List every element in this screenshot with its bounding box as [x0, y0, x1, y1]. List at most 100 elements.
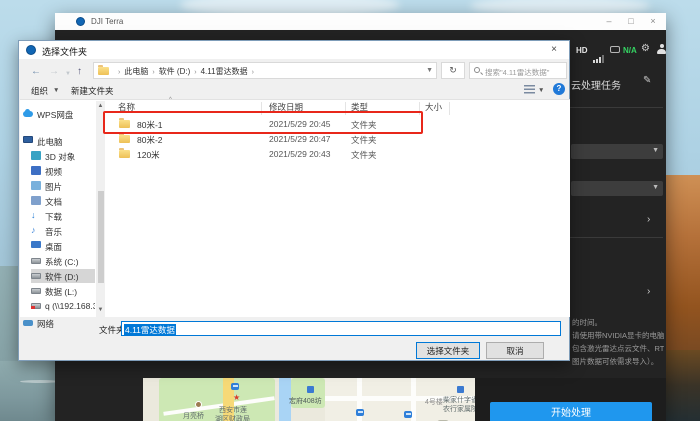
computer-icon	[23, 136, 33, 143]
wallpaper-foam	[20, 380, 60, 383]
breadcrumb-item[interactable]: 4.11雷达数据	[201, 67, 248, 76]
cancel-button[interactable]: 取消	[486, 342, 544, 359]
dialog-titlebar[interactable]: 选择文件夹 ×	[19, 41, 569, 59]
bottom-action-panel: 开始处理	[475, 378, 666, 421]
view-options-icon[interactable]	[524, 85, 535, 95]
sidebar-item-downloads[interactable]: ↓下载	[31, 209, 95, 223]
search-box[interactable]: 搜索"4.11雷达数据"	[469, 62, 567, 79]
breadcrumb-separator-icon: ›	[114, 69, 124, 76]
chevron-down-icon: ▼	[53, 87, 59, 94]
back-button[interactable]: ←	[31, 66, 41, 78]
sidebar-item-wps[interactable]: WPS网盘	[23, 107, 95, 121]
signal-bars-icon	[593, 45, 605, 63]
videos-icon	[31, 166, 41, 175]
documents-icon	[31, 196, 41, 205]
panel-dropdown-2[interactable]: ▼	[571, 181, 663, 196]
dialog-close-button[interactable]: ×	[539, 41, 569, 59]
3d-objects-icon	[31, 151, 41, 160]
search-icon	[474, 67, 480, 73]
address-dropdown-icon[interactable]: ▼	[426, 67, 433, 74]
organize-menu[interactable]: 组织	[31, 85, 48, 97]
chevron-down-icon[interactable]: ▼	[538, 87, 544, 94]
sidebar-item-network[interactable]: 网络	[23, 316, 95, 330]
rc-status-value: N/A	[623, 46, 637, 55]
select-folder-button[interactable]: 选择文件夹	[416, 342, 480, 359]
chevron-right-icon[interactable]: ›	[647, 286, 657, 297]
sidebar-item-music[interactable]: ♪音乐	[31, 224, 95, 238]
map-view[interactable]: 月亮桥 ★ 西安市莲 湖区财政局 宏府408坊 4号楼 柴家什字省 农行家属院 …	[143, 378, 475, 421]
music-note-icon: ♪	[31, 226, 41, 235]
minimize-button[interactable]: –	[600, 16, 618, 28]
sidebar-item-drive-d[interactable]: 软件 (D:)	[31, 269, 95, 283]
building-poi-icon	[307, 386, 314, 393]
poi-star-icon: ★	[233, 394, 240, 402]
up-button[interactable]: ↑	[77, 66, 82, 78]
sidebar-item-network-drive[interactable]: q (\\192.168.3	[31, 299, 95, 313]
help-button[interactable]: ?	[553, 83, 565, 95]
panel-note-line: 的时间。	[572, 316, 664, 329]
network-icon	[23, 320, 33, 326]
scroll-down-icon[interactable]: ▼	[96, 307, 105, 313]
breadcrumb: ›此电脑›软件 (D:)›4.11雷达数据›	[114, 66, 258, 77]
drive-icon	[31, 288, 41, 294]
user-account-icon[interactable]	[657, 44, 666, 53]
bus-stop-icon	[356, 409, 364, 416]
map-label: 宏府408坊	[289, 396, 322, 406]
panel-divider	[569, 107, 663, 108]
pictures-icon	[31, 181, 41, 190]
forward-button[interactable]: →	[49, 66, 59, 78]
panel-dropdown-1[interactable]: ▼	[571, 144, 663, 159]
sidebar-item-drive-l[interactable]: 数据 (L:)	[31, 284, 95, 298]
sidebar-item-desktop[interactable]: 桌面	[31, 239, 95, 253]
chevron-right-icon[interactable]: ›	[647, 214, 657, 225]
folder-name-input[interactable]: 4.11雷达数据	[121, 321, 561, 336]
start-processing-button[interactable]: 开始处理	[490, 402, 652, 421]
maximize-button[interactable]: □	[622, 16, 640, 28]
sort-ascending-icon: ^	[169, 97, 172, 103]
recent-locations-chevron-icon[interactable]: ▼	[65, 68, 71, 80]
new-folder-button[interactable]: 新建文件夹	[71, 85, 114, 97]
bridge-poi-icon	[195, 401, 202, 408]
network-drive-icon	[31, 303, 41, 309]
breadcrumb-separator-icon: ›	[248, 69, 258, 76]
refresh-button[interactable]: ↻	[441, 62, 465, 79]
desktop-icon	[31, 241, 41, 248]
breadcrumb-separator-icon: ›	[190, 69, 200, 76]
drive-icon	[31, 258, 41, 264]
sidebar-item-drive-c[interactable]: 系统 (C:)	[31, 254, 95, 268]
sidebar-item-videos[interactable]: 视频	[31, 164, 95, 178]
sidebar-item-documents[interactable]: 文档	[31, 194, 95, 208]
folder-icon	[119, 150, 130, 158]
settings-gear-icon[interactable]: ⚙	[641, 44, 650, 54]
building-poi-icon	[457, 386, 464, 393]
file-row-80m-2[interactable]: 80米-2 2021/5/29 20:47 文件夹	[111, 132, 567, 147]
app-title: DJI Terra	[91, 17, 123, 26]
dialog-title: 选择文件夹	[42, 45, 87, 58]
remote-controller-icon	[610, 46, 620, 53]
folder-icon	[119, 135, 130, 143]
edit-pencil-icon[interactable]: ✎	[643, 75, 651, 86]
scrollbar-thumb[interactable]	[98, 191, 104, 283]
column-header-size[interactable]: 大小	[425, 101, 442, 113]
map-label: 农行家属院	[443, 404, 475, 414]
wallpaper-sea	[0, 266, 18, 362]
scroll-up-icon[interactable]: ▲	[96, 103, 105, 109]
chevron-down-icon: ▼	[652, 147, 659, 154]
highlight-annotation-box	[103, 111, 423, 134]
sidebar-item-this-pc[interactable]: 此电脑	[23, 134, 95, 148]
breadcrumb-separator-icon: ›	[148, 69, 158, 76]
bus-stop-icon	[231, 383, 239, 390]
breadcrumb-item[interactable]: 软件 (D:)	[159, 67, 191, 76]
select-folder-dialog: 选择文件夹 × ← → ▼ ↑ ›此电脑›软件 (D:)›4.11雷达数据› ▼…	[18, 40, 570, 361]
breadcrumb-item[interactable]: 此电脑	[124, 67, 148, 76]
search-placeholder: 搜索"4.11雷达数据"	[485, 67, 549, 78]
app-titlebar[interactable]: DJI Terra – □ ×	[55, 13, 666, 30]
sidebar-item-3d-objects[interactable]: 3D 对象	[31, 149, 95, 163]
column-divider[interactable]	[449, 102, 450, 115]
map-label: 4号楼	[425, 397, 443, 407]
file-row-120m[interactable]: 120米 2021/5/29 20:43 文件夹	[111, 147, 567, 162]
panel-note-line: 请使用带NVIDIA显卡的电脑。	[572, 329, 664, 342]
close-button[interactable]: ×	[644, 16, 662, 28]
address-bar[interactable]: ›此电脑›软件 (D:)›4.11雷达数据› ▼	[93, 62, 437, 79]
sidebar-item-pictures[interactable]: 图片	[31, 179, 95, 193]
